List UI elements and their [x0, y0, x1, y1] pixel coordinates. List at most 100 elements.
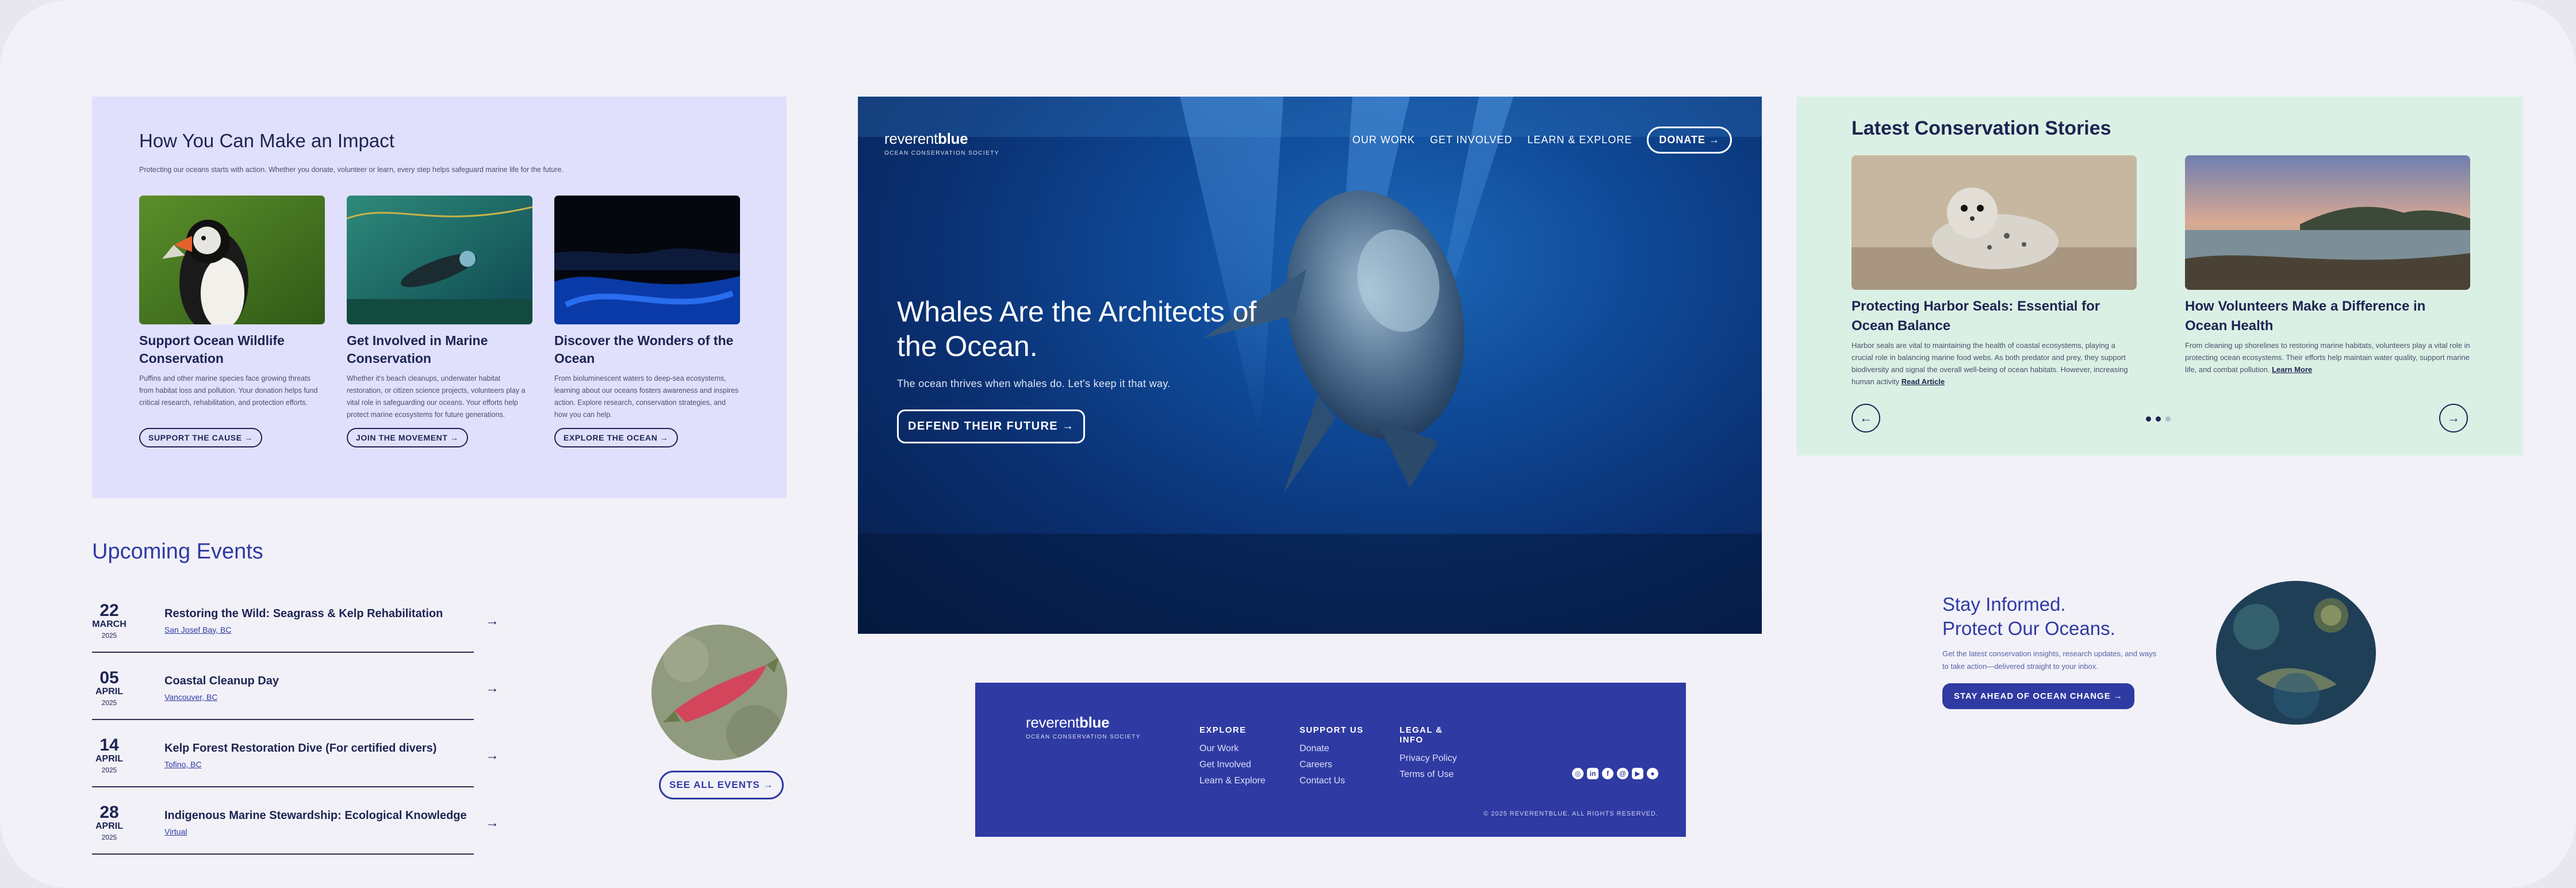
join-movement-button[interactable]: JOIN THE MOVEMENT → [347, 428, 468, 447]
linkedin-icon[interactable]: in [1587, 768, 1598, 779]
puffin-image [139, 196, 325, 324]
carousel-prev-button[interactable]: ← [1851, 404, 1880, 432]
event-day: 22 [99, 601, 119, 620]
instagram-icon[interactable]: ◎ [1572, 768, 1584, 779]
main-nav: OUR WORK GET INVOLVED LEARN & EXPLORE DO… [1352, 127, 1732, 154]
impact-card-title: Discover the Wonders of the Ocean [554, 333, 734, 366]
footer-link-privacy[interactable]: Privacy Policy [1400, 751, 1470, 767]
nav-learn-explore[interactable]: LEARN & EXPLORE [1527, 134, 1632, 146]
threads-icon[interactable]: @ [1617, 768, 1628, 779]
footer-col-legal: LEGAL & INFO Privacy Policy Terms of Use [1400, 725, 1470, 789]
event-month: APRIL [95, 754, 123, 764]
subscribe-button[interactable]: STAY AHEAD OF OCEAN CHANGE → [1942, 683, 2134, 709]
events-section: Upcoming Events 22 MARCH 2025 Restoring … [92, 539, 610, 860]
arrow-right-icon: → [2447, 411, 2460, 425]
footer-link-careers[interactable]: Careers [1300, 757, 1370, 773]
arrow-right-icon[interactable]: → [485, 613, 499, 629]
footer-link-learn-explore[interactable]: Learn & Explore [1199, 773, 1270, 789]
carousel-next-button[interactable]: → [2439, 404, 2468, 432]
event-date: 22 MARCH 2025 [92, 602, 126, 640]
defend-future-button[interactable]: DEFEND THEIR FUTURE → [897, 409, 1086, 443]
event-date: 28 APRIL 2025 [92, 804, 126, 842]
copyright: © 2025 REVERENTBLUE. ALL RIGHTS RESERVED… [1483, 810, 1658, 817]
carousel-dot[interactable] [2146, 416, 2151, 422]
logo-tagline: OCEAN CONSERVATION SOCIETY [884, 150, 999, 156]
event-location-link[interactable]: Tofino, BC [164, 760, 202, 769]
impact-card-title: Get Involved in Marine Conservation [347, 333, 488, 366]
event-location-link[interactable]: Virtual [164, 827, 187, 836]
arrow-right-icon[interactable]: → [485, 748, 499, 764]
event-date: 05 APRIL 2025 [92, 669, 126, 707]
story-title: Protecting Harbor Seals: Essential for O… [1851, 298, 2100, 334]
social-links: ◎ in f @ ▶ ● [1572, 768, 1658, 779]
support-cause-button[interactable]: SUPPORT THE CAUSE → [139, 428, 262, 447]
subscribe-text: Get the latest conservation insights, re… [1942, 649, 2157, 671]
facebook-icon[interactable]: f [1602, 768, 1613, 779]
impact-card-discover: Discover the Wonders of the Ocean From b… [554, 196, 740, 447]
event-location-link[interactable]: Vancouver, BC [164, 692, 217, 702]
event-month: MARCH [92, 619, 126, 629]
hero-subtitle: The ocean thrives when whales do. Let's … [897, 378, 1171, 389]
bioluminescent-image [554, 196, 740, 324]
arrow-right-icon[interactable]: → [485, 815, 499, 831]
event-date: 14 APRIL 2025 [92, 737, 126, 775]
carousel-dot[interactable] [2165, 416, 2171, 422]
hero-title: Whales Are the Architects of the Ocean. [897, 296, 1257, 362]
event-year: 2025 [101, 631, 117, 640]
logo-wordmark: reverentblue [884, 130, 968, 147]
event-row[interactable]: 14 APRIL 2025 Kelp Forest Restoration Di… [92, 725, 499, 787]
explore-ocean-button[interactable]: EXPLORE THE OCEAN → [554, 428, 678, 447]
see-all-events-button[interactable]: SEE ALL EVENTS → [659, 771, 784, 799]
arrow-right-icon[interactable]: → [485, 680, 499, 696]
impact-card-title: Support Ocean Wildlife Conservation [139, 333, 285, 366]
stories-section: Latest Conservation Stories Protecting H… [1796, 97, 2523, 456]
site-logo[interactable]: reverentblue OCEAN CONSERVATION SOCIETY [884, 130, 999, 156]
event-day: 28 [99, 803, 119, 822]
impact-cards: Support Ocean Wildlife Conservation Puff… [139, 196, 740, 447]
footer-link-contact[interactable]: Contact Us [1300, 773, 1370, 789]
event-day: 14 [99, 736, 119, 755]
footer-heading: SUPPORT US [1300, 725, 1364, 735]
youtube-icon[interactable]: ▶ [1632, 768, 1643, 779]
nav-get-involved[interactable]: GET INVOLVED [1430, 134, 1512, 146]
footer-link-donate[interactable]: Donate [1300, 741, 1370, 757]
subscribe-title: Stay Informed. Protect Our Oceans. [1942, 594, 2115, 639]
story-card-volunteers: How Volunteers Make a Difference in Ocea… [2185, 155, 2470, 388]
reddit-icon[interactable]: ● [1647, 768, 1658, 779]
event-info: Restoring the Wild: Seagrass & Kelp Reha… [164, 607, 443, 636]
event-location-link[interactable]: San Josef Bay, BC [164, 625, 231, 634]
event-row[interactable]: 22 MARCH 2025 Restoring the Wild: Seagra… [92, 591, 499, 653]
carousel-dots [2146, 416, 2171, 422]
harbor-seal-image [1851, 155, 2137, 290]
footer-link-terms[interactable]: Terms of Use [1400, 767, 1470, 783]
event-month: APRIL [95, 821, 123, 831]
read-article-link[interactable]: Read Article [1902, 377, 1945, 386]
event-info: Coastal Cleanup Day Vancouver, BC [164, 675, 279, 703]
footer-link-our-work[interactable]: Our Work [1199, 741, 1270, 757]
impact-section: How You Can Make an Impact Protecting ou… [92, 97, 787, 498]
footer-heading: EXPLORE [1199, 725, 1247, 735]
reef-photo [2216, 581, 2376, 725]
diver-image [347, 196, 532, 324]
footer-col-explore: EXPLORE Our Work Get Involved Learn & Ex… [1199, 725, 1270, 789]
event-row[interactable]: 28 APRIL 2025 Indigenous Marine Stewards… [92, 793, 499, 855]
carousel-dot[interactable] [2156, 416, 2161, 422]
impact-card-text: From bioluminescent waters to deep-sea e… [554, 374, 739, 419]
nav-our-work[interactable]: OUR WORK [1352, 134, 1415, 146]
footer-columns: EXPLORE Our Work Get Involved Learn & Ex… [1199, 725, 1470, 789]
page-canvas: How You Can Make an Impact Protecting ou… [0, 0, 2576, 888]
footer-link-get-involved[interactable]: Get Involved [1199, 757, 1270, 773]
impact-card-involved: Get Involved in Marine Conservation Whet… [347, 196, 532, 447]
stories-title: Latest Conservation Stories [1851, 117, 2111, 139]
site-footer: reverentblue OCEAN CONSERVATION SOCIETY … [975, 683, 1686, 837]
donate-button[interactable]: DONATE → [1647, 127, 1732, 154]
event-info: Indigenous Marine Stewardship: Ecologica… [164, 809, 467, 837]
impact-intro: Protecting our oceans starts with action… [139, 166, 564, 174]
footer-heading: LEGAL & INFO [1400, 725, 1443, 745]
event-row[interactable]: 05 APRIL 2025 Coastal Cleanup Day Vancou… [92, 658, 499, 720]
events-title: Upcoming Events [92, 539, 263, 564]
event-title: Kelp Forest Restoration Dive (For certif… [164, 741, 437, 755]
learn-more-link[interactable]: Learn More [2272, 365, 2312, 374]
event-info: Kelp Forest Restoration Dive (For certif… [164, 742, 436, 770]
story-title: How Volunteers Make a Difference in Ocea… [2185, 298, 2426, 334]
